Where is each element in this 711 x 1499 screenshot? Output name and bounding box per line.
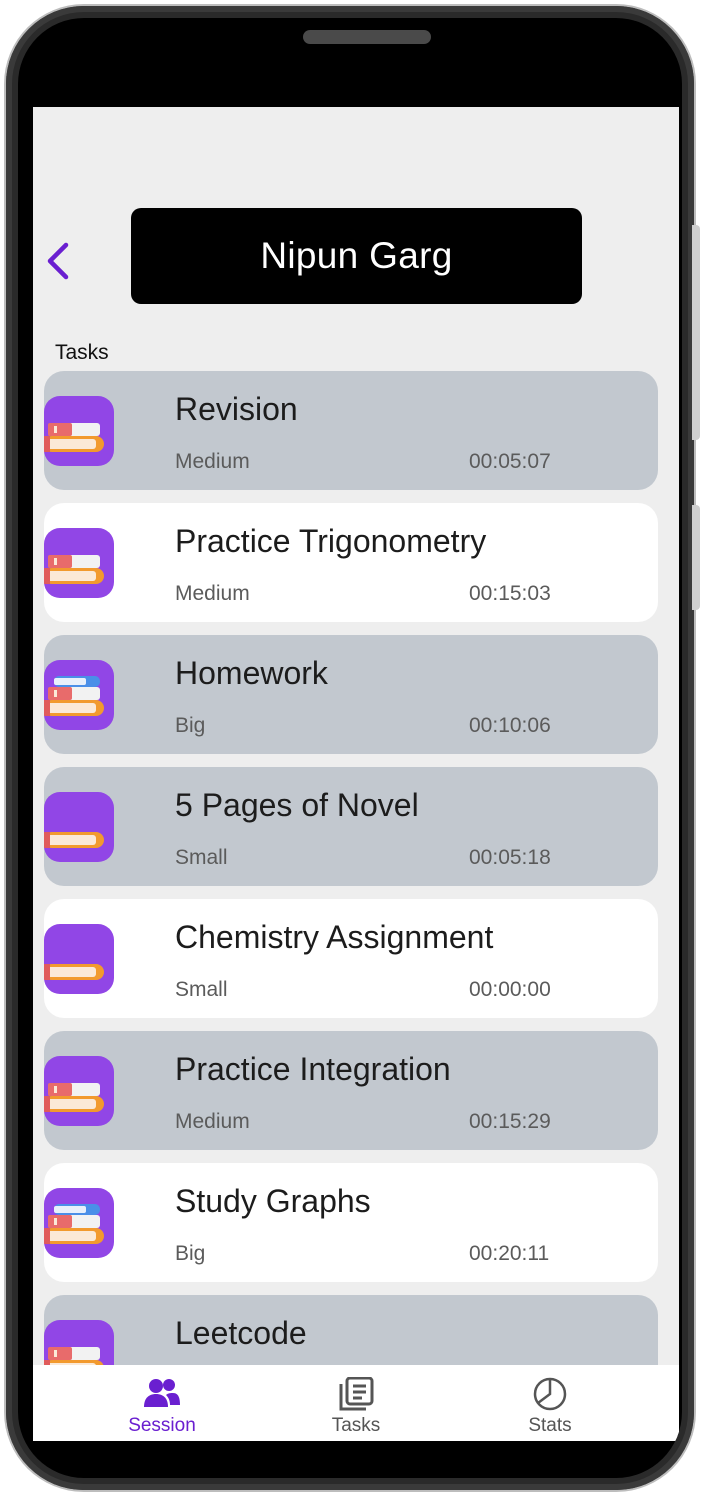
nav-label: Stats: [528, 1415, 572, 1436]
task-time: 00:20:11: [469, 1242, 550, 1265]
books-icon: [44, 1320, 114, 1365]
task-size: Medium: [175, 582, 250, 605]
task-title: Revision: [175, 391, 298, 427]
phone-frame: Nipun Garg Tasks Revision Medium 00:05:07 P…: [6, 6, 694, 1490]
chevron-left-icon: [47, 242, 69, 280]
bottom-navigation: Session Tasks Stats: [33, 1365, 679, 1441]
back-button[interactable]: [44, 241, 74, 281]
task-card[interactable]: LeetcodeMedium: [44, 1295, 658, 1365]
user-name: Nipun Garg: [260, 235, 453, 276]
nav-tasks[interactable]: Tasks: [286, 1365, 426, 1441]
section-label: Tasks: [55, 341, 109, 364]
task-card[interactable]: Practice Integration Medium 00:15:29: [44, 1031, 658, 1150]
books-icon: [44, 924, 114, 994]
phone-speaker: [303, 30, 431, 44]
books-icon: [44, 792, 114, 862]
task-size: Medium: [175, 1110, 250, 1133]
user-name-banner: Nipun Garg: [131, 208, 582, 304]
task-card[interactable]: Chemistry Assignment Small 00:00:00: [44, 899, 658, 1018]
task-time: 00:05:18: [469, 846, 551, 869]
books-icon: [44, 1188, 114, 1258]
task-title: Practice Integration: [175, 1051, 451, 1087]
task-card[interactable]: Revision Medium 00:05:07: [44, 371, 658, 490]
books-icon: [44, 396, 114, 466]
phone-bezel: Nipun Garg Tasks Revision Medium 00:05:07 P…: [18, 18, 682, 1478]
task-title: Study Graphs: [175, 1183, 371, 1219]
task-title: Homework: [175, 655, 328, 691]
task-time: 00:15:29: [469, 1110, 551, 1133]
nav-label: Tasks: [331, 1415, 381, 1436]
task-card[interactable]: Homework Big 00:10:06: [44, 635, 658, 754]
task-size: Big: [175, 1242, 206, 1265]
task-time: 00:00:00: [469, 978, 551, 1001]
app-screen: Nipun Garg Tasks Revision Medium 00:05:07 P…: [33, 107, 679, 1441]
task-title: 5 Pages of Novel: [175, 787, 419, 823]
task-card[interactable]: Study Graphs Big 00:20:11: [44, 1163, 658, 1282]
nav-label: Session: [128, 1415, 196, 1436]
task-size: Small: [175, 846, 228, 869]
task-size: Small: [175, 978, 228, 1001]
task-card[interactable]: 5 Pages of Novel Small 00:05:18: [44, 767, 658, 886]
task-title: Leetcode: [175, 1315, 307, 1351]
task-time: 00:05:07: [469, 450, 551, 473]
task-title: Practice Trigonometry: [175, 523, 487, 559]
task-card[interactable]: Practice Trigonometry Medium 00:15:03: [44, 503, 658, 622]
books-icon: [44, 528, 114, 598]
volume-button: [692, 225, 700, 440]
task-list[interactable]: Revision Medium 00:05:07 Practice Trigonome…: [44, 371, 658, 1365]
nav-session[interactable]: Session: [92, 1365, 232, 1441]
power-button: [692, 505, 700, 610]
books-icon: [44, 660, 114, 730]
task-size: Medium: [175, 450, 250, 473]
books-icon: [44, 1056, 114, 1126]
task-size: Big: [175, 714, 206, 737]
task-time: 00:10:06: [469, 714, 551, 737]
nav-stats[interactable]: Stats: [480, 1365, 620, 1441]
task-time: 00:15:03: [469, 582, 551, 605]
task-title: Chemistry Assignment: [175, 919, 494, 955]
